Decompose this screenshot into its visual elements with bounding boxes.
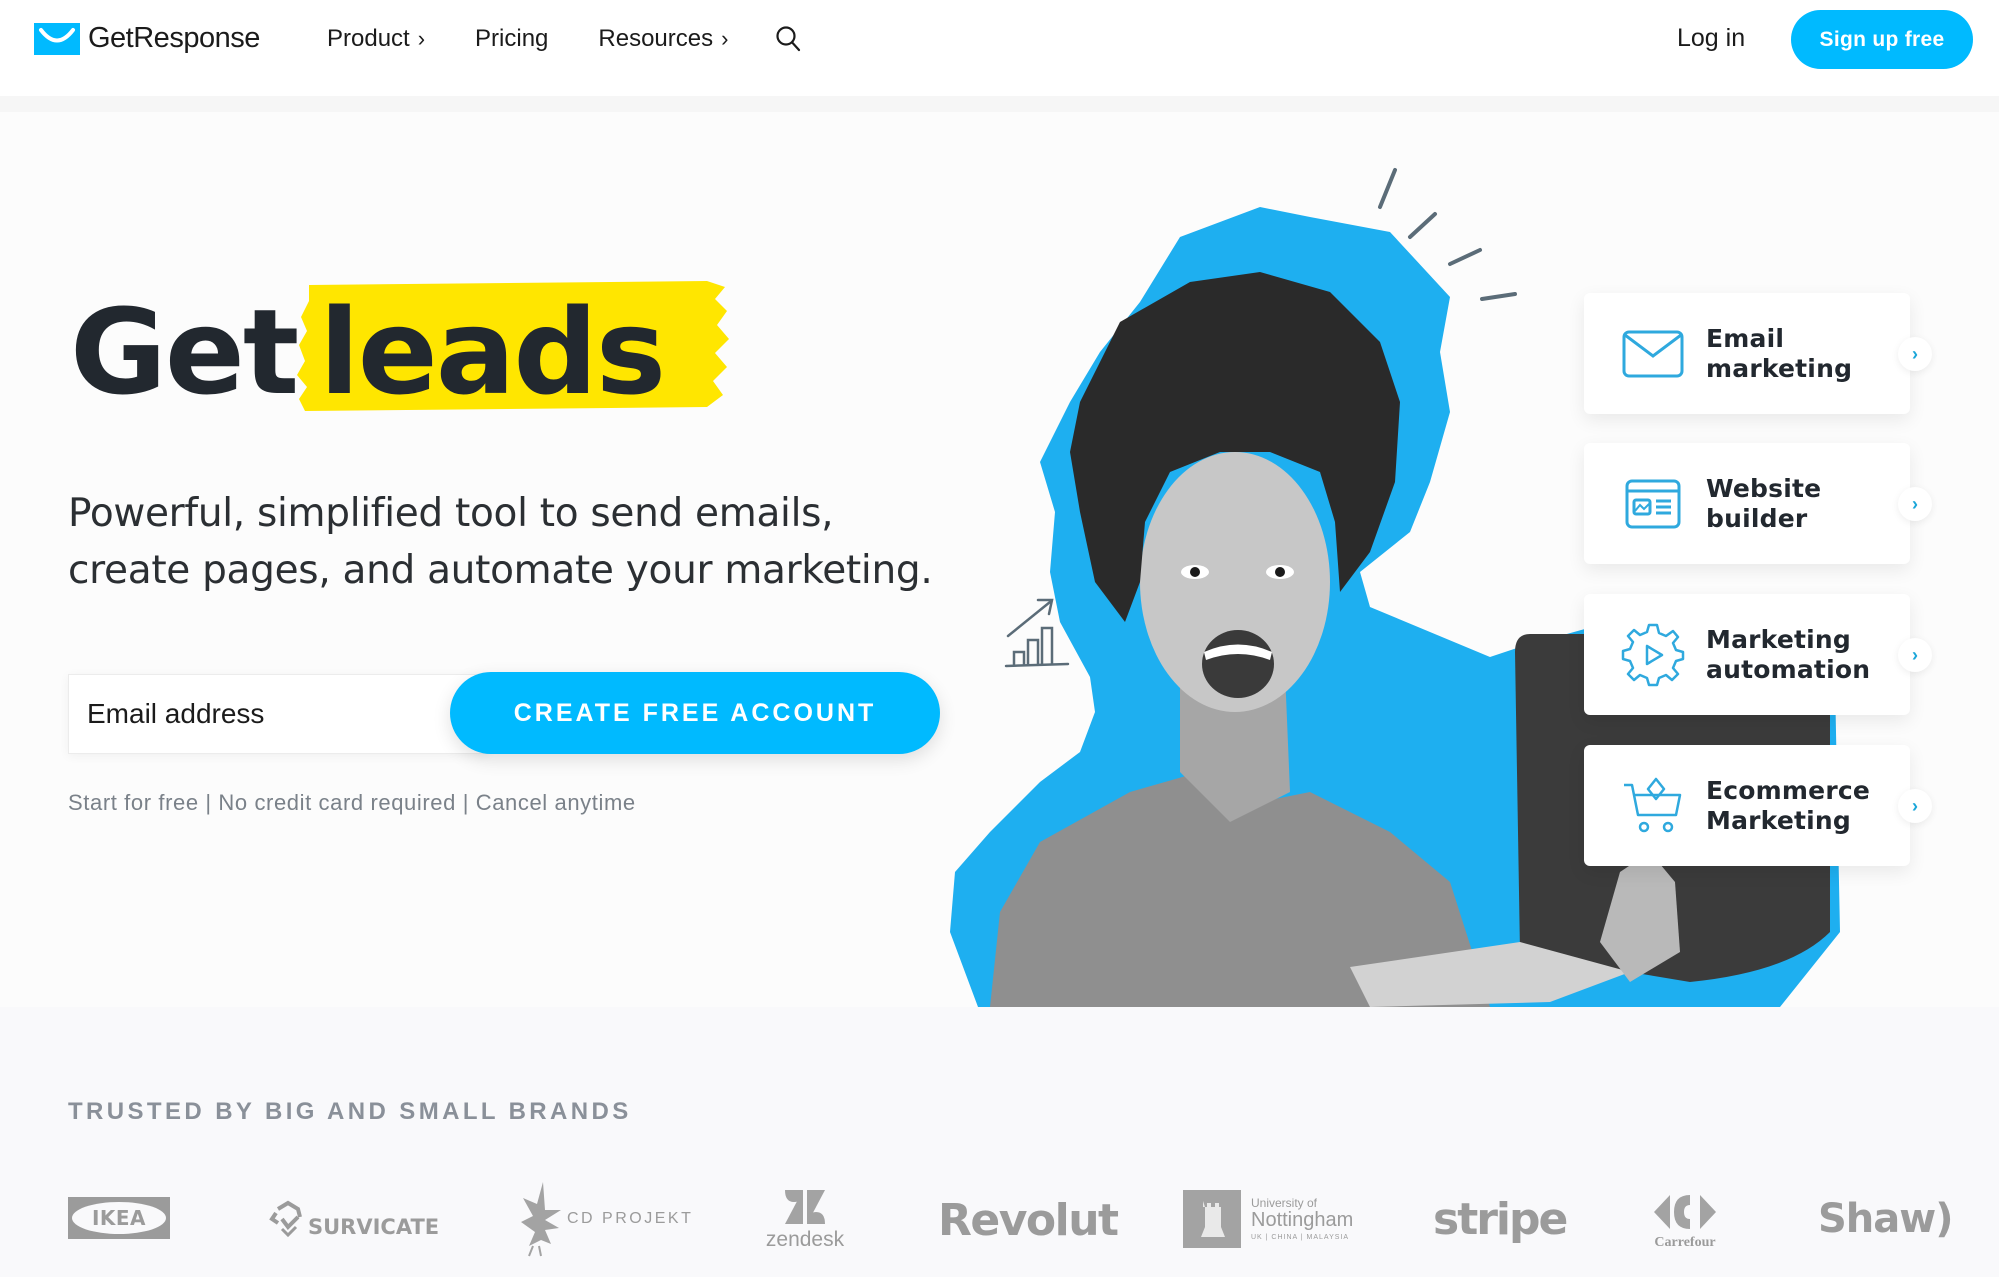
chevron-right-icon[interactable]: › [1898, 638, 1932, 672]
brand-logo-zendesk: zendesk [762, 1187, 848, 1253]
hero-headline: Get leads [70, 281, 730, 422]
nav-product[interactable]: Product › [327, 25, 425, 53]
gear-play-icon [1620, 622, 1686, 688]
headline-highlight-text: leads [319, 283, 666, 421]
headline-highlight: leads [297, 281, 730, 411]
website-builder-icon [1620, 471, 1686, 537]
trusted-title: TRUSTED BY BIG AND SMALL BRANDS [68, 1098, 632, 1125]
brand-logo-shaw: Shaw) [1818, 1196, 1954, 1242]
chevron-right-icon: › [417, 26, 426, 51]
signup-free-button[interactable]: Sign up free [1791, 10, 1973, 69]
feature-card-marketing-automation[interactable]: Marketing automation › [1584, 594, 1932, 715]
signup-fine-print: Start for free | No credit card required… [68, 790, 636, 815]
brand-logo-carrefour: Carrefour [1643, 1189, 1727, 1253]
top-navigation: GetResponse Product › Pricing Resources … [0, 0, 1999, 96]
search-button[interactable] [774, 24, 802, 54]
hero-illustration [930, 152, 1999, 1007]
brand-name: GetResponse [88, 22, 260, 54]
feature-label: Email marketing [1706, 323, 1853, 383]
nav-resources[interactable]: Resources › [598, 25, 728, 53]
shopping-cart-icon [1620, 773, 1686, 839]
subtitle-line-2: create pages, and automate your marketin… [68, 548, 933, 593]
survicate-icon [269, 1200, 302, 1238]
brand-logo-university-of-nottingham: University of Nottingham UK | CHINA | MA… [1183, 1189, 1353, 1249]
feature-label: Website builder [1706, 473, 1822, 533]
getresponse-logo[interactable]: GetResponse [34, 22, 260, 55]
headline-plain-text: Get [70, 283, 299, 421]
login-link[interactable]: Log in [1677, 24, 1745, 53]
create-free-account-button[interactable]: CREATE FREE ACCOUNT [450, 672, 940, 754]
feature-label: Marketing automation [1706, 624, 1871, 684]
woman-mouth [1202, 630, 1274, 698]
feature-card-email-marketing[interactable]: Email marketing › [1584, 293, 1932, 414]
chevron-right-icon[interactable]: › [1898, 487, 1932, 521]
main-nav: Product › Pricing Resources › [327, 24, 802, 54]
nav-resources-label: Resources [598, 25, 714, 52]
hero-section: Get leads Powerful, simplified tool to s… [0, 112, 1999, 1007]
carrefour-icon [1654, 1195, 1716, 1229]
nav-pricing[interactable]: Pricing [475, 25, 548, 53]
brand-logo-stripe: stripe [1433, 1193, 1568, 1245]
nav-product-label: Product [327, 25, 410, 52]
search-icon [776, 26, 801, 52]
feature-label: Ecommerce Marketing [1706, 775, 1871, 835]
cd-projekt-bird-icon [521, 1182, 561, 1257]
feature-card-ecommerce-marketing[interactable]: Ecommerce Marketing › [1584, 745, 1932, 866]
feature-card-website-builder[interactable]: Website builder › [1584, 443, 1932, 564]
brand-logo-ikea: IKEA [68, 1197, 170, 1239]
envelope-icon [1620, 321, 1686, 387]
chevron-right-icon[interactable]: › [1898, 337, 1932, 371]
envelope-smile-logo-icon [34, 22, 80, 55]
chevron-right-icon[interactable]: › [1898, 789, 1932, 823]
email-signup-form: CREATE FREE ACCOUNT [68, 672, 940, 754]
hero-subtitle: Powerful, simplified tool to send emails… [68, 485, 968, 599]
header-divider [0, 96, 1999, 112]
chevron-right-icon: › [721, 26, 729, 51]
nav-pricing-label: Pricing [475, 25, 549, 52]
zendesk-icon [785, 1190, 825, 1224]
email-address-input[interactable] [68, 674, 488, 754]
brand-logo-cd-projekt: CD PROJEKT [515, 1179, 693, 1259]
brand-logo-revolut: Revolut [938, 1194, 1119, 1246]
nottingham-crest-icon [1183, 1190, 1241, 1248]
subtitle-line-1: Powerful, simplified tool to send emails… [68, 491, 834, 536]
trusted-brands-section: TRUSTED BY BIG AND SMALL BRANDS IKEA SUR… [0, 1007, 1999, 1277]
brand-logo-survicate: SURVICATE [268, 1194, 439, 1244]
